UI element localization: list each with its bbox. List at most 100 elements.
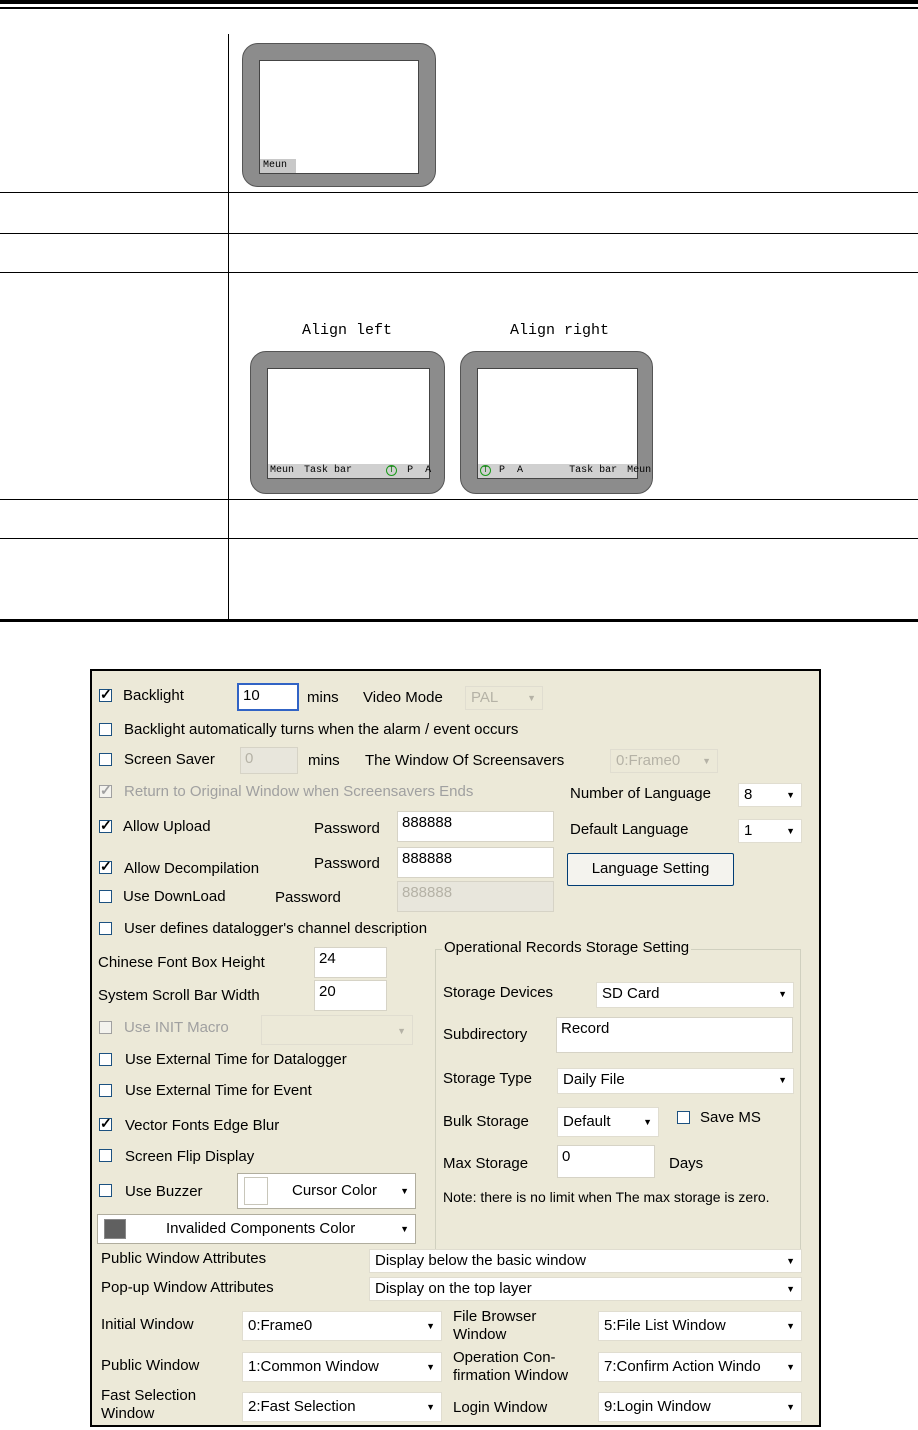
invalided-color-label: Invalided Components Color bbox=[166, 1220, 356, 1237]
screen-saver-checkbox[interactable] bbox=[99, 753, 112, 766]
public-window-label: Public Window bbox=[101, 1357, 200, 1374]
vector-fonts-label: Vector Fonts Edge Blur bbox=[125, 1117, 280, 1134]
download-password-input[interactable]: 888888 bbox=[397, 881, 554, 912]
language-setting-button[interactable]: Language Setting bbox=[567, 853, 734, 886]
a-indicator: A bbox=[517, 465, 524, 476]
chinese-font-label: Chinese Font Box Height bbox=[98, 954, 265, 971]
number-of-language-label: Number of Language bbox=[570, 785, 711, 802]
file-browser-window-value: 5:File List Window bbox=[604, 1317, 726, 1334]
file-browser-window-select[interactable]: 5:File List Window ▼ bbox=[598, 1311, 802, 1341]
file-browser-label-line2: Window bbox=[453, 1326, 507, 1343]
header-rule-thick bbox=[0, 0, 918, 4]
chevron-down-icon: ▼ bbox=[397, 1026, 406, 1036]
fast-selection-window-label: Fast Selection Window bbox=[101, 1387, 196, 1423]
allow-decompilation-checkbox[interactable]: ✓ bbox=[99, 858, 112, 874]
popup-window-attributes-select[interactable]: Display on the top layer ▼ bbox=[369, 1277, 802, 1301]
use-download-checkbox[interactable] bbox=[99, 890, 112, 903]
align-right-screen: T P A Task bar Meun bbox=[477, 368, 651, 479]
fast-selection-window-select[interactable]: 2:Fast Selection ▼ bbox=[242, 1392, 442, 1422]
screen-flip-checkbox[interactable] bbox=[99, 1149, 112, 1162]
backlight-checkbox[interactable]: ✓ bbox=[99, 686, 112, 702]
storage-devices-label: Storage Devices bbox=[443, 984, 554, 1001]
popup-window-attributes-label: Pop-up Window Attributes bbox=[101, 1279, 274, 1296]
chinese-font-input[interactable]: 24 bbox=[314, 947, 387, 978]
operation-confirm-window-select[interactable]: 7:Confirm Action Windo ▼ bbox=[598, 1352, 802, 1382]
use-download-label: Use DownLoad bbox=[123, 888, 226, 905]
screen-saver-minutes-input[interactable]: 0 bbox=[240, 747, 298, 774]
external-time-datalogger-checkbox[interactable] bbox=[99, 1053, 112, 1066]
taskbar-label: Task bar bbox=[304, 465, 353, 476]
storage-devices-select[interactable]: SD Card ▼ bbox=[596, 982, 794, 1008]
row-divider bbox=[0, 499, 918, 500]
cursor-color-select[interactable]: Cursor Color ▼ bbox=[237, 1173, 416, 1209]
chevron-down-icon: ▼ bbox=[786, 1353, 795, 1381]
chevron-down-icon: ▼ bbox=[786, 826, 795, 836]
align-right-taskbar: T P A Task bar Meun bbox=[478, 464, 651, 478]
backlight-alarm-checkbox[interactable] bbox=[99, 723, 112, 736]
init-macro-checkbox[interactable] bbox=[99, 1021, 112, 1034]
initial-window-select[interactable]: 0:Frame0 ▼ bbox=[242, 1311, 442, 1341]
external-time-event-checkbox[interactable] bbox=[99, 1084, 112, 1097]
number-of-language-select[interactable]: 8 ▼ bbox=[738, 783, 802, 807]
storage-type-label: Storage Type bbox=[443, 1070, 532, 1087]
download-password-label: Password bbox=[275, 889, 341, 906]
p-indicator: P bbox=[499, 465, 506, 476]
fast-selection-label-line2: Window bbox=[101, 1405, 155, 1422]
taskbar-label: Task bar bbox=[569, 465, 618, 476]
video-mode-select[interactable]: PAL ▼ bbox=[465, 686, 543, 710]
save-ms-label: Save MS bbox=[700, 1109, 761, 1126]
bulk-storage-label: Bulk Storage bbox=[443, 1113, 529, 1130]
file-browser-window-label: File Browser Window bbox=[453, 1308, 536, 1344]
default-language-select[interactable]: 1 ▼ bbox=[738, 819, 802, 843]
window-of-screensavers-select[interactable]: 0:Frame0 ▼ bbox=[610, 749, 718, 773]
decompilation-password-input[interactable]: 888888 bbox=[397, 847, 554, 878]
max-storage-input[interactable]: 0 bbox=[557, 1145, 655, 1178]
menu-label: Meun bbox=[627, 465, 652, 476]
public-window-select[interactable]: 1:Common Window ▼ bbox=[242, 1352, 442, 1382]
default-language-label: Default Language bbox=[570, 821, 689, 838]
screen-saver-mins-label: mins bbox=[308, 752, 340, 769]
init-macro-label: Use INIT Macro bbox=[124, 1019, 229, 1036]
header-rule-thin bbox=[0, 7, 918, 9]
scroll-bar-input[interactable]: 20 bbox=[314, 980, 387, 1011]
max-storage-label: Max Storage bbox=[443, 1155, 529, 1172]
backlight-minutes-input[interactable]: 10 bbox=[237, 683, 299, 711]
screen-saver-label: Screen Saver bbox=[124, 751, 215, 768]
bulk-storage-select[interactable]: Default ▼ bbox=[557, 1107, 659, 1137]
video-mode-label: Video Mode bbox=[363, 689, 443, 706]
p-indicator: P bbox=[407, 465, 414, 476]
menu-preview-bar: Meun bbox=[260, 159, 296, 173]
subdirectory-input[interactable]: Record bbox=[556, 1017, 793, 1053]
fast-selection-label-line1: Fast Selection bbox=[101, 1387, 197, 1404]
upload-password-input[interactable]: 888888 bbox=[397, 811, 554, 842]
vector-fonts-checkbox[interactable]: ✓ bbox=[99, 1115, 112, 1131]
row-divider bbox=[0, 538, 918, 539]
allow-decompilation-label: Allow Decompilation bbox=[124, 860, 260, 877]
storage-type-select[interactable]: Daily File ▼ bbox=[557, 1068, 794, 1094]
user-defines-checkbox[interactable] bbox=[99, 922, 112, 935]
chevron-down-icon: ▼ bbox=[778, 1075, 787, 1085]
allow-upload-checkbox[interactable]: ✓ bbox=[99, 817, 112, 833]
invalided-color-select[interactable]: Invalided Components Color ▼ bbox=[97, 1214, 416, 1244]
chevron-down-icon: ▼ bbox=[400, 1224, 409, 1234]
init-macro-select[interactable]: ▼ bbox=[261, 1015, 413, 1045]
storage-type-value: Daily File bbox=[563, 1071, 625, 1088]
upload-password-label: Password bbox=[314, 820, 380, 837]
chevron-down-icon: ▼ bbox=[778, 989, 787, 999]
subdirectory-label: Subdirectory bbox=[443, 1026, 528, 1043]
public-window-attributes-select[interactable]: Display below the basic window ▼ bbox=[369, 1249, 802, 1273]
allow-upload-label: Allow Upload bbox=[123, 818, 211, 835]
system-settings-dialog: ✓ Backlight 10 mins Video Mode PAL ▼ Back… bbox=[90, 669, 821, 1427]
row-divider bbox=[0, 233, 918, 234]
use-buzzer-checkbox[interactable] bbox=[99, 1184, 112, 1197]
use-buzzer-label: Use Buzzer bbox=[125, 1183, 203, 1200]
save-ms-checkbox[interactable] bbox=[677, 1111, 690, 1124]
operation-confirm-window-label: Operation Con- firmation Window bbox=[453, 1349, 568, 1385]
chevron-down-icon: ▼ bbox=[643, 1117, 652, 1127]
operation-confirm-window-value: 7:Confirm Action Windo bbox=[604, 1358, 761, 1375]
window-of-screensavers-value: 0:Frame0 bbox=[616, 752, 681, 769]
backlight-alarm-label: Backlight automatically turns when the a… bbox=[124, 721, 519, 738]
chevron-down-icon: ▼ bbox=[786, 1321, 795, 1331]
return-original-checkbox[interactable]: ✓ bbox=[99, 782, 112, 798]
login-window-select[interactable]: 9:Login Window ▼ bbox=[598, 1392, 802, 1422]
